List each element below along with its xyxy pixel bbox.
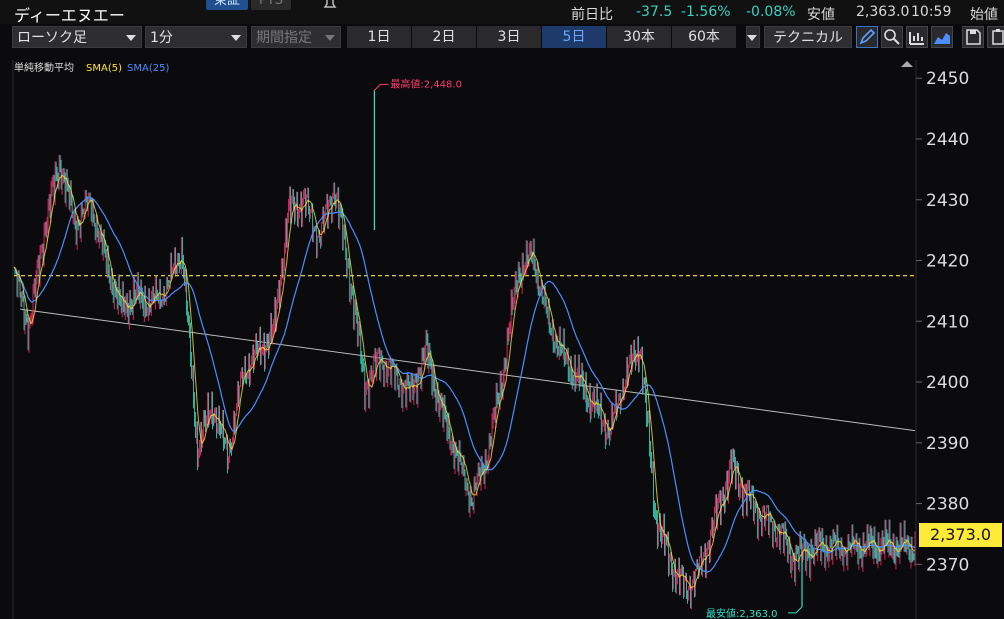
y-tick-label: 2390 xyxy=(926,434,969,454)
chevron-down-icon xyxy=(747,35,757,41)
range-30bars[interactable]: 30本 xyxy=(607,26,671,48)
volume-icon[interactable] xyxy=(906,26,928,48)
chart-type-value: ローソク足 xyxy=(17,30,87,46)
change-pct: -1.56% xyxy=(681,4,731,20)
range-3day[interactable]: 3日 xyxy=(477,26,541,48)
y-tick-label: 2370 xyxy=(926,555,969,575)
mountain-chart-icon[interactable] xyxy=(931,26,953,48)
y-tick-label: 2400 xyxy=(926,373,969,393)
pen-icon[interactable] xyxy=(856,26,878,48)
range-60bars[interactable]: 60本 xyxy=(672,26,736,48)
zoom-icon[interactable] xyxy=(881,26,903,48)
low-label: 安値 xyxy=(807,7,835,23)
interval-value: 1分 xyxy=(150,30,173,46)
prev-close-label: 前日比 xyxy=(571,7,613,23)
period-select[interactable]: 期間指定 xyxy=(251,26,341,48)
current-price-label: 2,373.0 xyxy=(919,523,1002,547)
save-icon[interactable] xyxy=(962,26,984,48)
interval-select[interactable]: 1分 xyxy=(145,26,247,48)
tab-tse[interactable]: 東証 xyxy=(206,0,249,10)
technical-button[interactable]: テクニカル xyxy=(764,26,852,48)
legend-title: 単純移動平均 xyxy=(14,61,74,74)
toolbar: ローソク足 1分 期間指定 1日 2日 3日 5日 30本 60本 テクニカル xyxy=(0,25,1004,51)
range-5day[interactable]: 5日 xyxy=(542,26,606,48)
y-tick-label: 2420 xyxy=(926,252,969,272)
change-value: -37.5 xyxy=(636,4,673,20)
y-tick-label: 2440 xyxy=(926,130,969,150)
clipboard-icon[interactable] xyxy=(987,26,1004,48)
high-annotation: 最高値:2,448.0 xyxy=(390,77,462,90)
range-2day[interactable]: 2日 xyxy=(412,26,476,48)
more-dropdown[interactable] xyxy=(746,26,760,48)
top-bar: ディーエヌエー 東証 PTS 前日比 -37.5 -1.56% -0.08% 安… xyxy=(0,0,1004,25)
chevron-down-icon xyxy=(325,35,335,41)
low-value: 2,363.0 xyxy=(856,4,910,20)
change-pct2: -0.08% xyxy=(746,4,796,20)
y-tick-label: 2430 xyxy=(926,191,969,211)
tab-pts[interactable]: PTS xyxy=(251,0,292,10)
low-annotation: 最安値:2,363.0 xyxy=(706,607,778,619)
chart-background xyxy=(0,55,1004,619)
bell-icon[interactable] xyxy=(322,0,338,10)
range-1day[interactable]: 1日 xyxy=(347,26,411,48)
chevron-down-icon xyxy=(126,35,136,41)
chart-type-select[interactable]: ローソク足 xyxy=(12,26,142,48)
chevron-down-icon xyxy=(231,35,241,41)
y-tick-label: 2410 xyxy=(926,312,969,332)
legend-sma25: SMA(25) xyxy=(127,63,169,74)
symbol-name: ディーエヌエー xyxy=(14,6,125,25)
price-chart[interactable]: 2450 2440 2430 2420 2410 2400 2390 2380 2370 単純移… xyxy=(0,55,1004,619)
time-value: 10:59 xyxy=(911,4,952,20)
y-tick-label: 2380 xyxy=(926,495,969,515)
period-placeholder: 期間指定 xyxy=(256,30,312,46)
y-tick-label: 2450 xyxy=(926,69,969,89)
open-label: 始値 xyxy=(970,7,998,23)
legend-sma5: SMA(5) xyxy=(86,63,122,74)
